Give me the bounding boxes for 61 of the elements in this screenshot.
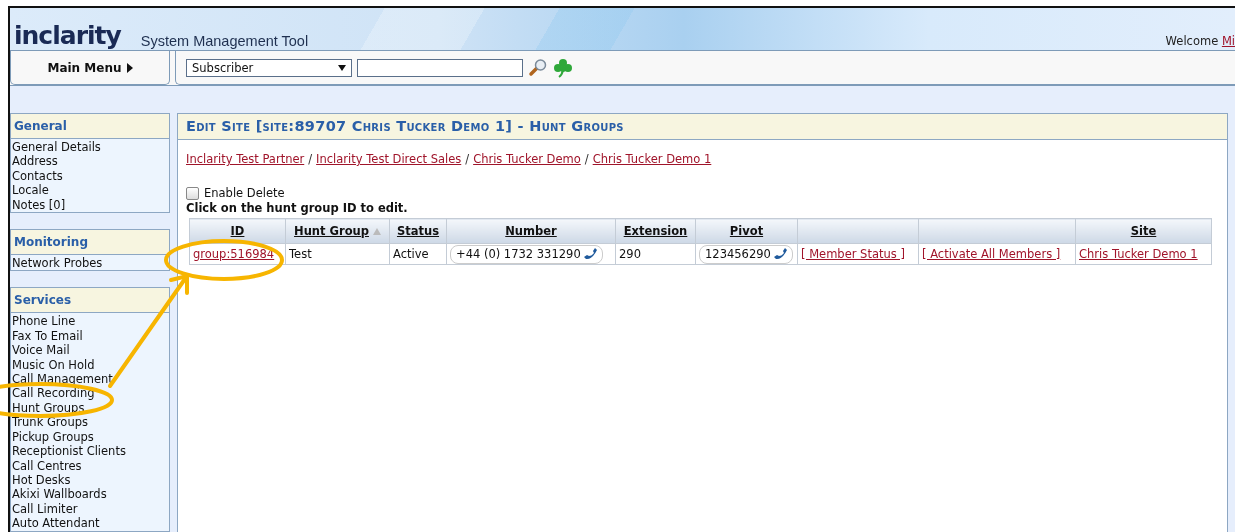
sidebar-item[interactable]: Notes [0] <box>12 197 169 213</box>
breadcrumb-link[interactable]: Inclarity Test Direct Sales <box>316 152 462 166</box>
app-title: System Management Tool <box>140 33 309 50</box>
search-field[interactable] <box>357 58 523 77</box>
sidebar-item[interactable]: Call Recording <box>12 386 169 401</box>
phone-icon[interactable] <box>772 247 789 261</box>
user-link[interactable]: Mi <box>1221 34 1235 48</box>
phone-number: +44 (0) 1732 331290 <box>456 247 581 261</box>
column-header[interactable]: Site <box>1075 218 1212 244</box>
breadcrumb-separator: / <box>308 152 313 166</box>
column-header[interactable]: Pivot <box>695 218 798 244</box>
table-cell: 290 <box>619 247 641 261</box>
phone-number: 123456290 <box>705 247 771 261</box>
sidebar-item[interactable]: Akixi Wallboards <box>12 487 169 502</box>
sidebar-item[interactable]: Call Management <box>12 372 169 387</box>
sort-icon <box>372 228 381 235</box>
search-type-dropdown[interactable]: Subscriber <box>186 58 352 77</box>
column-header[interactable]: Status <box>389 218 447 244</box>
breadcrumb-link[interactable]: Chris Tucker Demo 1 <box>592 152 712 166</box>
sidebar-item[interactable]: Phone Line <box>12 314 169 329</box>
sidebar-item[interactable]: General Details <box>12 140 169 155</box>
column-header[interactable]: ID <box>189 218 286 244</box>
logo: inclarity <box>14 23 121 50</box>
sidebar-item[interactable]: Address <box>12 154 169 169</box>
breadcrumb-link[interactable]: Inclarity Test Partner <box>186 152 305 166</box>
section-heading: General <box>10 113 170 139</box>
main-menu-button[interactable]: Main Menu <box>10 51 170 85</box>
sidebar-item[interactable]: Contacts <box>12 168 169 184</box>
breadcrumb-separator: / <box>465 152 470 166</box>
phone-icon[interactable] <box>582 247 599 261</box>
sidebar-item[interactable]: Hunt Groups <box>12 400 169 416</box>
instruction-text: Click on the hunt group ID to edit. <box>186 201 409 215</box>
column-header[interactable]: Extension <box>615 218 696 244</box>
sidebar-item[interactable]: Pickup Groups <box>12 429 169 445</box>
page-title: Edit Site [site:89707 Chris Tucker Demo 1] - Hunt Groups <box>178 114 1227 140</box>
breadcrumb-link[interactable]: Chris Tucker Demo <box>473 152 581 166</box>
sidebar-item[interactable]: Call Centres <box>12 458 169 473</box>
welcome-text: Welcome Mi <box>1165 34 1235 50</box>
column-header[interactable]: Number <box>446 218 616 244</box>
table-cell: Active <box>393 247 429 261</box>
column-header[interactable]: Hunt Group <box>285 218 390 244</box>
sidebar-item[interactable]: Voice Mail <box>12 343 169 358</box>
sidebar-item[interactable]: Hot Desks <box>12 472 169 488</box>
sidebar-item[interactable]: Trunk Groups <box>12 415 169 430</box>
caret-icon <box>338 64 346 71</box>
section-heading: Services <box>10 287 170 314</box>
breadcrumb-separator: / <box>584 152 589 166</box>
sidebar-item[interactable]: Network Probes <box>12 256 169 271</box>
sidebar-item[interactable]: Music On Hold <box>12 357 169 373</box>
sidebar-item[interactable]: Locale <box>12 183 169 198</box>
enable-delete-checkbox[interactable] <box>186 186 199 200</box>
table-cell: Test <box>289 247 312 261</box>
sidebar-item[interactable]: Call Limiter <box>12 501 169 517</box>
section-heading: Monitoring <box>10 229 170 256</box>
caret-icon <box>126 62 133 73</box>
sidebar-item[interactable]: Auto Attendant <box>12 516 169 531</box>
sidebar-item[interactable]: Fax To Email <box>12 328 169 344</box>
clover-icon[interactable] <box>553 57 573 78</box>
search-icon[interactable] <box>528 58 548 77</box>
sidebar-item[interactable]: Receptionist Clients <box>12 444 169 459</box>
checkbox-label: Enable Delete <box>204 186 285 200</box>
